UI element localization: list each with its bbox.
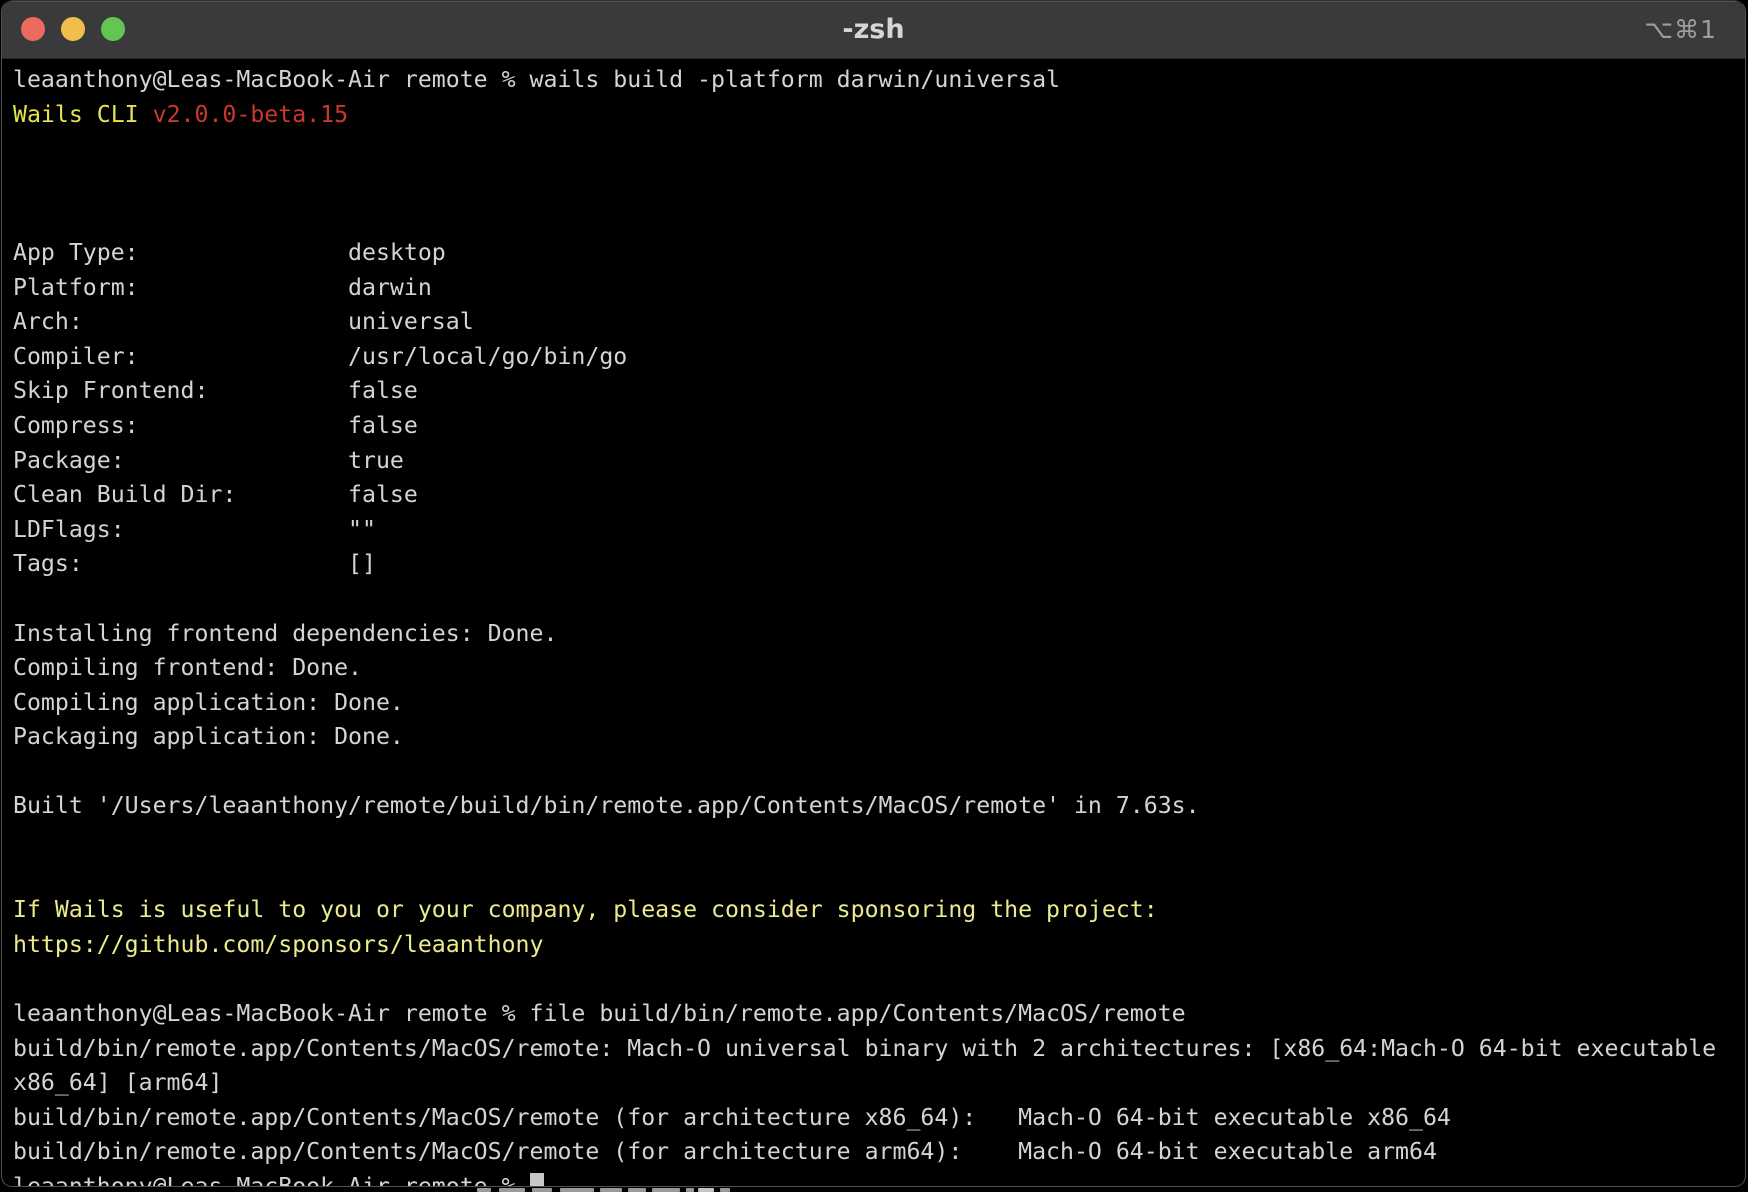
terminal-row: leaanthony@Leas-MacBook-Air remote % fil…: [13, 997, 1745, 1032]
terminal-row: https://github.com/sponsors/leaanthony: [13, 928, 1745, 963]
background-text-fragment: [652, 1188, 680, 1192]
terminal-window: -zsh ⌥⌘1 leaanthony@Leas-MacBook-Air rem…: [1, 0, 1746, 1187]
terminal-text-segment: build/bin/remote.app/Contents/MacOS/remo…: [13, 1104, 1451, 1131]
terminal-row: [13, 167, 1745, 202]
terminal-output[interactable]: leaanthony@Leas-MacBook-Air remote % wai…: [2, 59, 1745, 1186]
terminal-text-segment: leaanthony@Leas-MacBook-Air remote % fil…: [13, 1000, 1186, 1027]
window-title: -zsh: [2, 1, 1745, 59]
background-text-fragment: [600, 1188, 622, 1192]
titlebar[interactable]: -zsh ⌥⌘1: [2, 1, 1745, 59]
terminal-row: x86_64] [arm64]: [13, 1066, 1745, 1101]
background-text-fragment: [698, 1188, 714, 1192]
terminal-row: Platform: darwin: [13, 271, 1745, 306]
terminal-text-segment: Wails CLI: [13, 101, 153, 128]
terminal-text-segment: App Type: desktop: [13, 239, 446, 266]
terminal-row: If Wails is useful to you or your compan…: [13, 893, 1745, 928]
terminal-text-segment: LDFlags: "": [13, 516, 376, 543]
terminal-text-segment: Compiler: /usr/local/go/bin/go: [13, 343, 627, 370]
terminal-row: Compiling application: Done.: [13, 686, 1745, 721]
terminal-row: Package: true: [13, 444, 1745, 479]
terminal-row: build/bin/remote.app/Contents/MacOS/remo…: [13, 1101, 1745, 1136]
terminal-row: [13, 962, 1745, 997]
terminal-row: [13, 824, 1745, 859]
terminal-row: Tags: []: [13, 547, 1745, 582]
terminal-text-segment: leaanthony@Leas-MacBook-Air remote % wai…: [13, 66, 1060, 93]
terminal-row: [13, 582, 1745, 617]
terminal-row: Built '/Users/leaanthony/remote/build/bi…: [13, 789, 1745, 824]
terminal-row: build/bin/remote.app/Contents/MacOS/remo…: [13, 1032, 1745, 1067]
terminal-row: leaanthony@Leas-MacBook-Air remote %: [13, 1170, 1745, 1186]
terminal-row: leaanthony@Leas-MacBook-Air remote % wai…: [13, 63, 1745, 98]
terminal-text-segment: Package: true: [13, 447, 404, 474]
terminal-text-segment: If Wails is useful to you or your compan…: [13, 896, 1158, 923]
text-cursor: [530, 1173, 544, 1186]
terminal-row: Compiling frontend: Done.: [13, 651, 1745, 686]
terminal-row: [13, 859, 1745, 894]
terminal-text-segment: Installing frontend dependencies: Done.: [13, 620, 557, 647]
terminal-row: build/bin/remote.app/Contents/MacOS/remo…: [13, 1135, 1745, 1170]
terminal-row: LDFlags: "": [13, 513, 1745, 548]
terminal-text-segment: leaanthony@Leas-MacBook-Air remote %: [13, 1173, 530, 1186]
terminal-row: Compress: false: [13, 409, 1745, 444]
background-text-fragment: [686, 1188, 694, 1192]
terminal-text-segment: build/bin/remote.app/Contents/MacOS/remo…: [13, 1035, 1716, 1062]
background-text-fragment: [628, 1188, 646, 1192]
background-text-fragment: [532, 1188, 552, 1192]
terminal-row: Wails CLI v2.0.0-beta.15: [13, 98, 1745, 133]
terminal-text-segment: Compiling application: Done.: [13, 689, 404, 716]
terminal-text-segment: v2.0.0-beta.15: [153, 101, 348, 128]
terminal-row: [13, 755, 1745, 790]
terminal-text-segment: Built '/Users/leaanthony/remote/build/bi…: [13, 792, 1200, 819]
terminal-row: Clean Build Dir: false: [13, 478, 1745, 513]
terminal-row: Arch: universal: [13, 305, 1745, 340]
terminal-text-segment: Compress: false: [13, 412, 418, 439]
terminal-row: App Type: desktop: [13, 236, 1745, 271]
terminal-row: Packaging application: Done.: [13, 720, 1745, 755]
terminal-text-segment: Tags: []: [13, 550, 376, 577]
background-text-fragment: [477, 1188, 491, 1192]
window-shortcut-badge: ⌥⌘1: [1644, 1, 1717, 59]
background-text-fragment: [560, 1188, 594, 1192]
terminal-text-segment: Platform: darwin: [13, 274, 432, 301]
terminal-row: Installing frontend dependencies: Done.: [13, 617, 1745, 652]
terminal-text-segment: Packaging application: Done.: [13, 723, 404, 750]
terminal-text-segment: x86_64] [arm64]: [13, 1069, 222, 1096]
terminal-row: Skip Frontend: false: [13, 374, 1745, 409]
terminal-row: [13, 201, 1745, 236]
background-text-fragment: [499, 1188, 525, 1192]
terminal-text-segment: Skip Frontend: false: [13, 377, 418, 404]
terminal-text-segment: build/bin/remote.app/Contents/MacOS/remo…: [13, 1138, 1437, 1165]
background-window-clipped-text: [0, 1187, 1748, 1192]
terminal-row: [13, 132, 1745, 167]
terminal-text-segment: https://github.com/sponsors/leaanthony: [13, 931, 543, 958]
terminal-text-segment: Compiling frontend: Done.: [13, 654, 362, 681]
terminal-text-segment: Arch: universal: [13, 308, 474, 335]
background-text-fragment: [720, 1188, 730, 1192]
terminal-text-segment: Clean Build Dir: false: [13, 481, 418, 508]
terminal-row: Compiler: /usr/local/go/bin/go: [13, 340, 1745, 375]
